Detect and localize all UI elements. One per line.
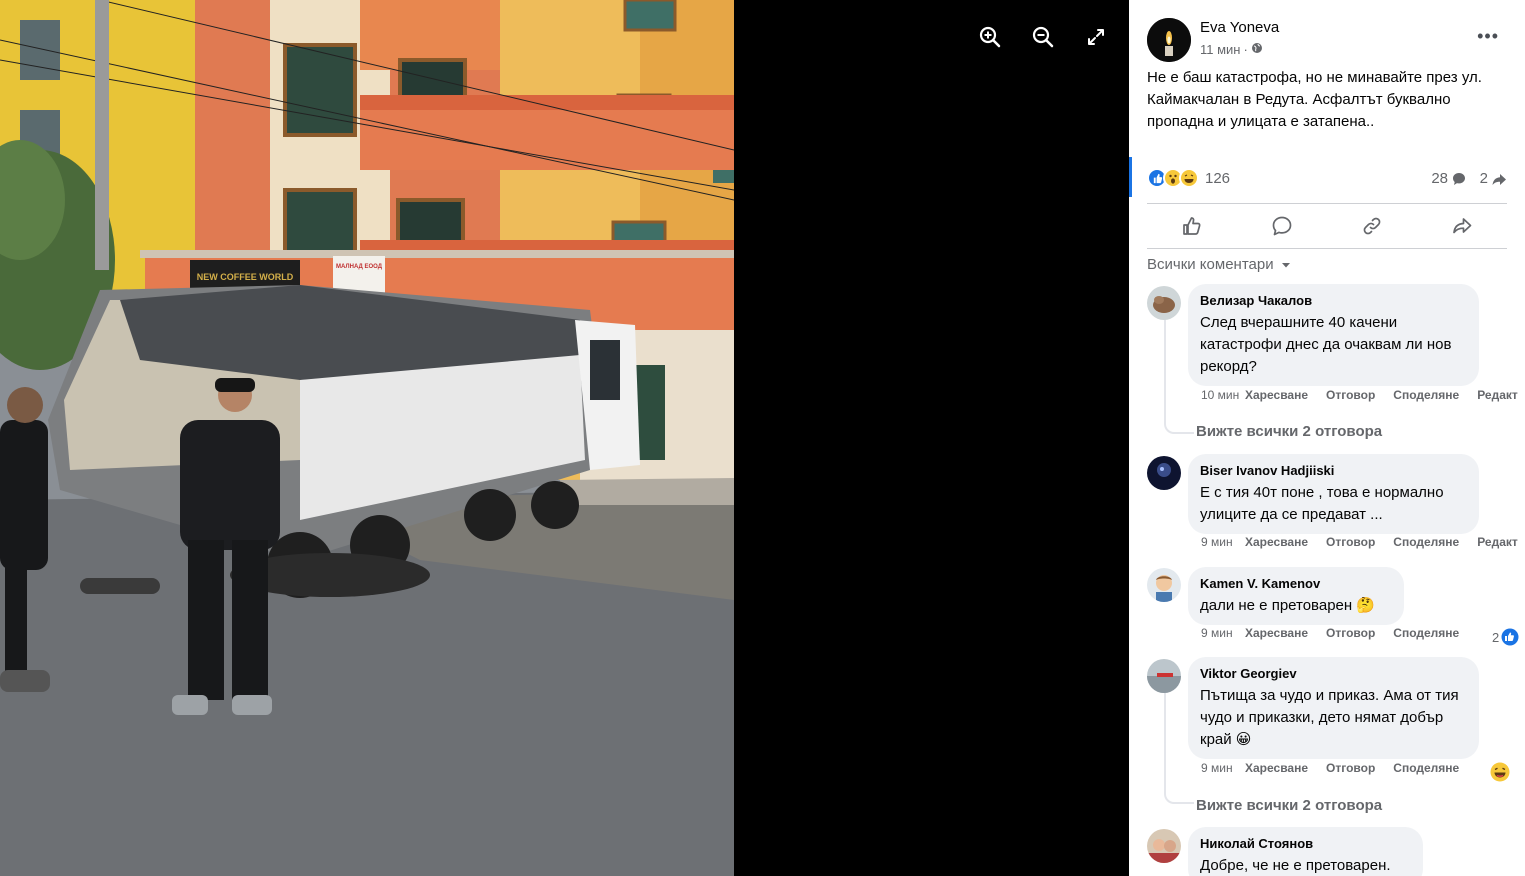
comment-time[interactable]: 9 мин [1201,627,1233,640]
share-count-value: 2 [1479,170,1488,187]
like-button[interactable] [1147,204,1237,248]
share-button[interactable] [1417,204,1507,248]
photo-viewer: NEW COFFEE WORLD МАЛНАД ЕООД [0,0,1129,876]
cafe-sign: NEW COFFEE WORLD [197,272,294,282]
post-meta: 11 мин · [1200,42,1263,57]
fullscreen-icon[interactable] [1081,22,1111,52]
comment-bubble: Велизар Чакалов След вчерашните 40 качен… [1188,284,1479,386]
comment-share-button[interactable]: Споделяне [1393,627,1459,640]
comment-like-button[interactable]: Харесване [1245,627,1308,640]
photo-illustration: NEW COFFEE WORLD МАЛНАД ЕООД [0,0,734,876]
post-action-bar [1147,203,1507,249]
comment-count-value: 28 [1431,170,1448,187]
comment-time[interactable]: 9 мин [1201,762,1233,775]
comment-share-button[interactable]: Споделяне [1393,389,1459,402]
haha-reaction-icon [1490,762,1510,782]
comment-text: След вчерашните 40 качени катастрофи дне… [1200,314,1452,375]
comment-avatar[interactable] [1147,286,1181,320]
comment-text: дали не е претоварен 🤔 [1200,597,1376,614]
post-time[interactable]: 11 мин [1200,42,1241,57]
author-avatar[interactable] [1147,18,1191,62]
comment-bubble: Kamen V. Kamenov дали не е претоварен 🤔 [1188,567,1404,625]
comments-filter-dropdown[interactable]: Всички коментари [1147,256,1292,273]
comment-time[interactable]: 10 мин [1201,389,1239,402]
comment-count[interactable]: 28 [1431,170,1467,187]
comment-text: Е с тия 40т поне , това е нормално улици… [1200,484,1444,523]
comments-filter-label: Всички коментари [1147,256,1274,273]
comment-author[interactable]: Велизар Чакалов [1200,292,1467,309]
comment-author[interactable]: Николай Стоянов [1200,835,1411,852]
comment-reply-button[interactable]: Отговор [1326,762,1375,775]
comment-time[interactable]: 9 мин [1201,536,1233,549]
comment-icon [1272,216,1292,236]
post-stats: 126 28 2 [1147,168,1507,192]
comment-avatar[interactable] [1147,568,1181,602]
comment-avatar[interactable] [1147,659,1181,693]
comment-like-button[interactable]: Харесване [1245,389,1308,402]
comment-actions: 10 мин Харесване Отговор Споделяне Редак… [1201,389,1518,402]
panel-scroll-marker [1129,157,1132,197]
view-replies-link[interactable]: Вижте всички 2 отговора [1196,423,1382,440]
comment-reply-button[interactable]: Отговор [1326,536,1375,549]
comment-reaction-summary[interactable]: 2 [1492,628,1519,646]
comment-edit-button[interactable]: Редакт [1477,536,1518,549]
comment-share-button[interactable]: Споделяне [1393,536,1459,549]
comment-text: Пътища за чудо и приказ. Ама от тия чудо… [1200,687,1459,748]
author-name[interactable]: Eva Yoneva [1200,19,1279,36]
chevron-down-icon [1281,262,1290,267]
comment-author[interactable]: Biser Ivanov Hadjiiski [1200,462,1467,479]
comment-like-button[interactable]: Харесване [1245,536,1308,549]
view-replies-link[interactable]: Вижте всички 2 отговора [1196,797,1382,814]
comment-actions: 9 мин Харесване Отговор Споделяне [1201,627,1459,640]
comment-text: Добре, че не е претоварен. [1200,857,1391,874]
share-icon [1453,218,1472,234]
comment-avatar[interactable] [1147,456,1181,490]
comment-button[interactable] [1237,204,1327,248]
copy-link-button[interactable] [1327,204,1417,248]
share-count[interactable]: 2 [1480,170,1507,187]
comment-avatar[interactable] [1147,829,1181,863]
meta-separator: · [1243,42,1248,57]
zoom-out-icon[interactable] [1028,22,1058,52]
comment-reaction-summary[interactable] [1490,762,1510,787]
comment-reply-button[interactable]: Отговор [1326,389,1375,402]
like-reaction-icon [1501,628,1519,646]
comment-actions: 9 мин Харесване Отговор Споделяне Редакт [1201,536,1518,549]
haha-reaction-icon [1179,168,1199,188]
comment-edit-button[interactable]: Редакт [1477,389,1518,402]
shop-sign: МАЛНАД ЕООД [336,264,383,270]
comment-author[interactable]: Kamen V. Kamenov [1200,575,1392,592]
reaction-count: 126 [1205,169,1231,187]
comment-reaction-count: 2 [1492,629,1500,645]
like-icon [1183,217,1201,235]
comment-share-button[interactable]: Споделяне [1393,762,1459,775]
comment-bubble: Viktor Georgiev Пътища за чудо и приказ.… [1188,657,1479,759]
comment-bubble: Biser Ivanov Hadjiiski Е с тия 40т поне … [1188,454,1479,534]
post-options-button[interactable]: ••• [1477,26,1499,47]
link-icon [1363,217,1381,235]
globe-icon [1251,42,1263,57]
comment-author[interactable]: Viktor Georgiev [1200,665,1467,682]
comment-bubble: Николай Стоянов Добре, че не е претоваре… [1188,827,1423,876]
comment-count-icon [1453,172,1465,185]
post-text: Не е баш катастрофа, но не минавайте пре… [1147,69,1482,130]
comment-actions: 9 мин Харесване Отговор Споделяне [1201,762,1459,775]
comment-reply-button[interactable]: Отговор [1326,627,1375,640]
zoom-in-icon[interactable] [975,22,1005,52]
comment-like-button[interactable]: Харесване [1245,762,1308,775]
reaction-summary[interactable]: 126 [1147,168,1230,188]
share-count-icon [1492,173,1506,185]
post-photo: NEW COFFEE WORLD МАЛНАД ЕООД [0,0,734,876]
post-panel: Eva Yoneva 11 мин · ••• Не е баш катастр… [1129,0,1525,876]
